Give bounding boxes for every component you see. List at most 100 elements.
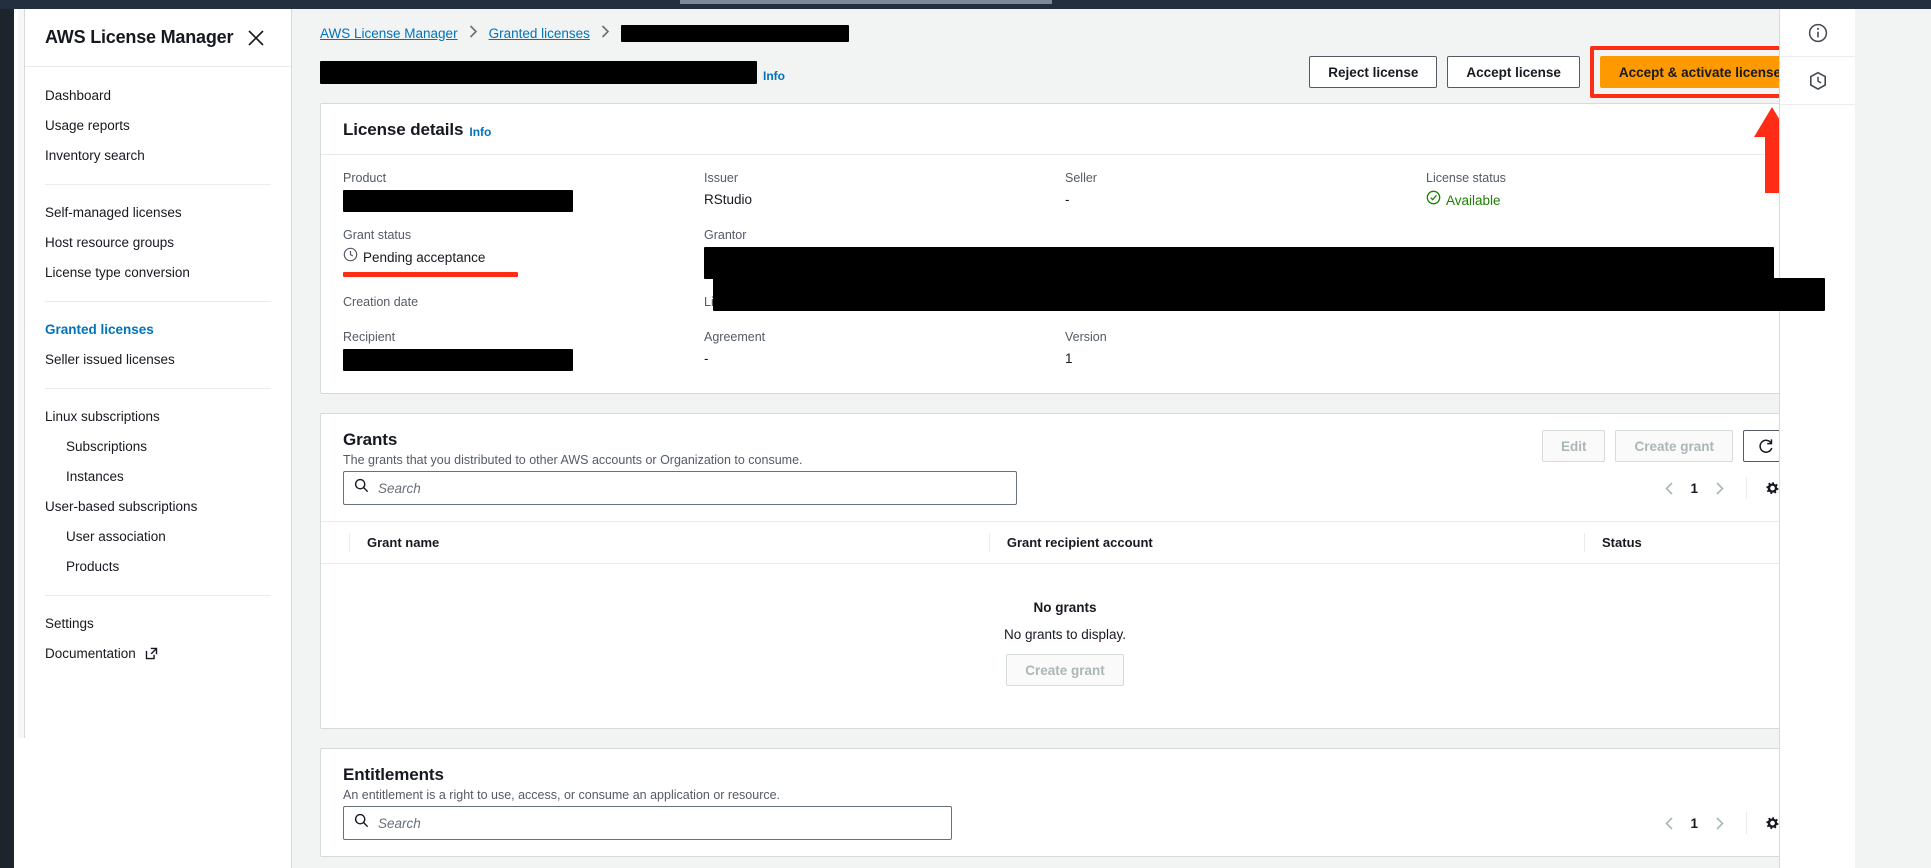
license-details-info-link[interactable]: Info [469, 125, 491, 140]
detail-value [343, 349, 704, 371]
detail-value: - [1065, 192, 1070, 207]
detail-value [343, 190, 704, 212]
detail-label: License status [1426, 171, 1506, 185]
sidebar-item-products[interactable]: Products [25, 552, 291, 582]
detail-field-agreement: Agreement - [704, 330, 1065, 371]
sidebar-item-self-managed-licenses[interactable]: Self-managed licenses [25, 198, 291, 228]
entitlements-pagination: 1 [1652, 808, 1787, 838]
pagination-divider [1746, 477, 1747, 499]
shield-clock-icon[interactable] [1780, 57, 1855, 105]
entitlements-toolbar: Entitlements An entitlement is a right t… [321, 749, 1809, 802]
grants-empty-state: No grants No grants to display. Create g… [321, 564, 1809, 728]
sidebar-title: AWS License Manager [45, 27, 234, 47]
browser-top-bar [0, 0, 1931, 9]
sidebar-item-linux-subscriptions[interactable]: Linux subscriptions [25, 402, 291, 432]
sidebar-group-granted: Granted licenses Seller issued licenses [25, 315, 291, 375]
detail-field-recipient: Recipient [343, 330, 704, 371]
sidebar-item-documentation-label: Documentation [45, 646, 136, 661]
accept-activate-highlight-box: Accept & activate license [1589, 46, 1810, 98]
detail-field-empty [1426, 330, 1787, 371]
grants-search-box[interactable] [343, 471, 1017, 505]
browser-gutter-edge [18, 9, 25, 738]
sidebar-item-settings[interactable]: Settings [25, 609, 291, 639]
recipient-value-redacted [343, 349, 573, 371]
sidebar-item-subscriptions[interactable]: Subscriptions [25, 432, 291, 462]
detail-label: Seller [1065, 171, 1097, 185]
grant-status-red-underline-annotation [343, 272, 518, 277]
detail-field-version: Version 1 [1065, 330, 1426, 371]
entitlements-page-number[interactable]: 1 [1686, 816, 1702, 831]
detail-field-seller: Seller - [1065, 171, 1426, 212]
breadcrumb: AWS License Manager Granted licenses [293, 9, 1855, 45]
grants-empty-cell: No grants No grants to display. Create g… [321, 564, 1809, 729]
license-details-title: License details [343, 120, 464, 139]
grants-header-row: Grant name Grant recipient account Statu… [321, 521, 1809, 564]
grants-search-input[interactable] [378, 480, 1006, 496]
sidebar-item-license-type-conversion[interactable]: License type conversion [25, 258, 291, 288]
edit-grant-button[interactable]: Edit [1541, 430, 1606, 462]
page-title-info-link[interactable]: Info [763, 69, 785, 84]
grants-toolbar: Grants The grants that you distributed t… [321, 414, 1809, 467]
detail-label: Agreement [704, 330, 766, 344]
license-status-text: Available [1446, 192, 1501, 208]
close-icon[interactable] [245, 27, 267, 49]
grants-col-grant-name[interactable]: Grant name [349, 522, 989, 564]
info-circle-icon[interactable] [1780, 9, 1855, 57]
sidebar-item-inventory-search[interactable]: Inventory search [25, 141, 291, 171]
column-divider [349, 533, 350, 552]
sidebar-item-user-based-subscriptions[interactable]: User-based subscriptions [25, 492, 291, 522]
grants-empty-title: No grants [1033, 600, 1097, 615]
detail-field-product: Product [343, 171, 704, 212]
chevron-left-icon[interactable] [1652, 808, 1686, 838]
page-root: AWS License Manager Dashboard Usage repo… [0, 9, 1931, 868]
grants-col-grant-recipient-account[interactable]: Grant recipient account [988, 522, 1584, 564]
create-grant-button[interactable]: Create grant [1615, 430, 1733, 462]
sidebar-item-instances[interactable]: Instances [25, 462, 291, 492]
page-title: Info [320, 60, 785, 84]
detail-label: Creation date [343, 295, 419, 309]
detail-field-issuer: Issuer RStudio [704, 171, 1065, 212]
column-label: Status [1602, 535, 1642, 550]
entitlements-description: An entitlement is a right to use, access… [343, 788, 781, 802]
grants-page-number[interactable]: 1 [1686, 481, 1702, 496]
license-details-header: License details Info [321, 104, 1809, 155]
sidebar-header: AWS License Manager [25, 9, 291, 67]
chevron-right-icon[interactable] [1702, 473, 1736, 503]
entitlements-search-box[interactable] [343, 806, 952, 840]
breadcrumb-separator [469, 25, 478, 41]
detail-value [704, 247, 1787, 279]
sidebar-divider [45, 388, 271, 389]
main-content: AWS License Manager Granted licenses Inf… [293, 9, 1855, 868]
detail-value: 1 [1065, 351, 1073, 366]
sidebar-item-dashboard[interactable]: Dashboard [25, 81, 291, 111]
column-divider [988, 533, 990, 552]
sidebar-item-seller-issued-licenses[interactable]: Seller issued licenses [25, 345, 291, 375]
chevron-left-icon[interactable] [1652, 473, 1686, 503]
grants-col-status[interactable]: Status [1584, 522, 1809, 564]
sidebar-item-documentation[interactable]: Documentation [25, 639, 291, 671]
sidebar-group-overview: Dashboard Usage reports Inventory search [25, 81, 291, 171]
column-divider [1584, 533, 1586, 552]
license-details-grid: Product Issuer RStudio Seller - License … [321, 155, 1809, 393]
chevron-right-icon[interactable] [1702, 808, 1736, 838]
reject-license-button[interactable]: Reject license [1309, 56, 1438, 88]
entitlements-search-input[interactable] [378, 815, 941, 831]
accept-and-activate-license-button[interactable]: Accept & activate license [1599, 56, 1800, 88]
detail-label: Grantor [704, 228, 747, 242]
column-label: Grant recipient account [1006, 535, 1153, 550]
sidebar-item-usage-reports[interactable]: Usage reports [25, 111, 291, 141]
breadcrumb-item-aws-license-manager[interactable]: AWS License Manager [320, 26, 458, 41]
entitlements-heading-block: Entitlements An entitlement is a right t… [343, 765, 780, 802]
grants-col-select [321, 522, 349, 564]
grantor-value-redacted [704, 247, 1774, 279]
sidebar-item-granted-licenses[interactable]: Granted licenses [25, 315, 291, 345]
detail-label: Recipient [343, 330, 396, 344]
sidebar-item-user-association[interactable]: User association [25, 522, 291, 552]
breadcrumb-item-granted-licenses[interactable]: Granted licenses [489, 26, 590, 41]
external-link-icon [145, 646, 158, 666]
clock-icon [343, 247, 358, 268]
grants-empty-create-grant-button[interactable]: Create grant [1006, 654, 1124, 686]
sidebar-item-host-resource-groups[interactable]: Host resource groups [25, 228, 291, 258]
accept-license-button[interactable]: Accept license [1447, 56, 1580, 88]
detail-field-grantor: Grantor [704, 228, 1787, 279]
